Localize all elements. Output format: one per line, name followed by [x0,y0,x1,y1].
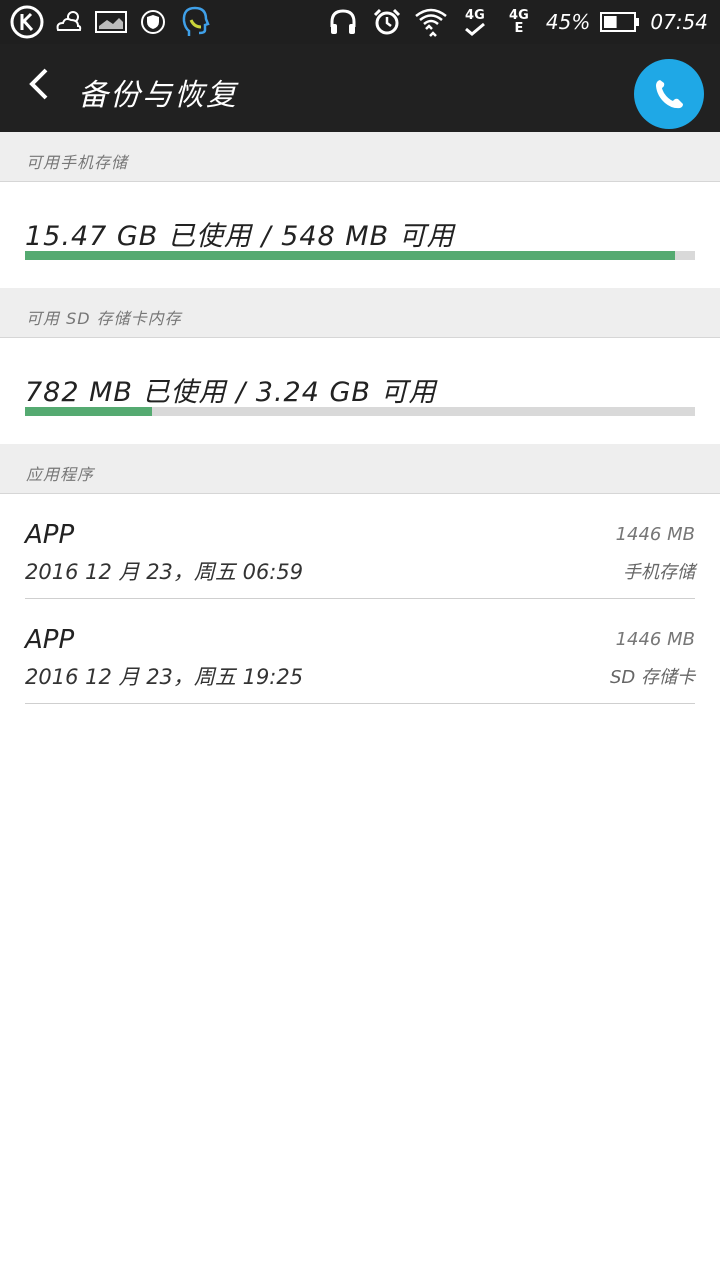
4g-icon: 4G [458,5,492,39]
k-app-icon [10,5,44,39]
phone-storage-block: 15.47 GB 已使用 / 548 MB 可用 [0,182,720,288]
status-bar-right: 4G 4G E 45% 07:54 [326,4,708,40]
app-name: APP [25,520,75,550]
sim2-network-label: E [514,21,524,36]
sd-storage-bar [25,407,695,416]
app-bar: 备份与恢复 [0,44,720,132]
battery-icon [600,5,640,39]
list-item[interactable]: APP 2016 12 月 23，周五 19:25 1446 MB SD 存储卡 [25,599,695,704]
headset-assistant-icon [178,5,212,39]
phone-storage-bar-fill [25,251,675,260]
call-fab-button[interactable] [634,59,704,129]
section-header-label: 应用程序 [26,465,95,484]
headphones-icon [326,5,360,39]
status-bar-left [10,4,212,40]
phone-storage-bar [25,251,695,260]
app-name: APP [25,625,75,655]
app-backup-date: 2016 12 月 23，周五 19:25 [25,665,304,689]
app-size: 1446 MB [615,629,695,650]
weather-cloudy-sun-icon [52,5,86,39]
app-storage-location: SD 存储卡 [609,667,695,688]
section-header-phone-storage: 可用手机存储 [0,132,720,182]
section-header-apps: 应用程序 [0,444,720,494]
alarm-clock-icon [370,5,404,39]
wifi-icon [414,5,448,39]
phone-storage-usage-text: 15.47 GB 已使用 / 548 MB 可用 [25,221,455,252]
chevron-left-icon [29,68,48,100]
list-item[interactable]: APP 2016 12 月 23，周五 06:59 1446 MB 手机存储 [25,494,695,599]
image-notification-icon [94,5,128,39]
app-storage-location: 手机存储 [623,562,695,583]
status-bar: 4G 4G E 45% 07:54 [0,0,720,44]
battery-percent: 45% [545,10,591,34]
sd-storage-bar-fill [25,407,153,416]
section-header-label: 可用手机存储 [26,153,129,172]
clock: 07:54 [650,10,708,34]
shield-icon [136,5,170,39]
sd-storage-usage-text: 782 MB 已使用 / 3.24 GB 可用 [25,377,437,408]
phone-icon [656,80,683,109]
app-size: 1446 MB [615,524,695,545]
page-title: 备份与恢复 [78,78,238,113]
sd-storage-block: 782 MB 已使用 / 3.24 GB 可用 [0,338,720,444]
section-header-sd-storage: 可用 SD 存储卡内存 [0,288,720,338]
signal-icon: 4G E [502,5,536,39]
section-header-label: 可用 SD 存储卡内存 [26,309,182,328]
network-type-label: 4G [465,7,485,23]
app-backup-date: 2016 12 月 23，周五 06:59 [25,560,304,584]
back-button[interactable] [18,62,62,106]
